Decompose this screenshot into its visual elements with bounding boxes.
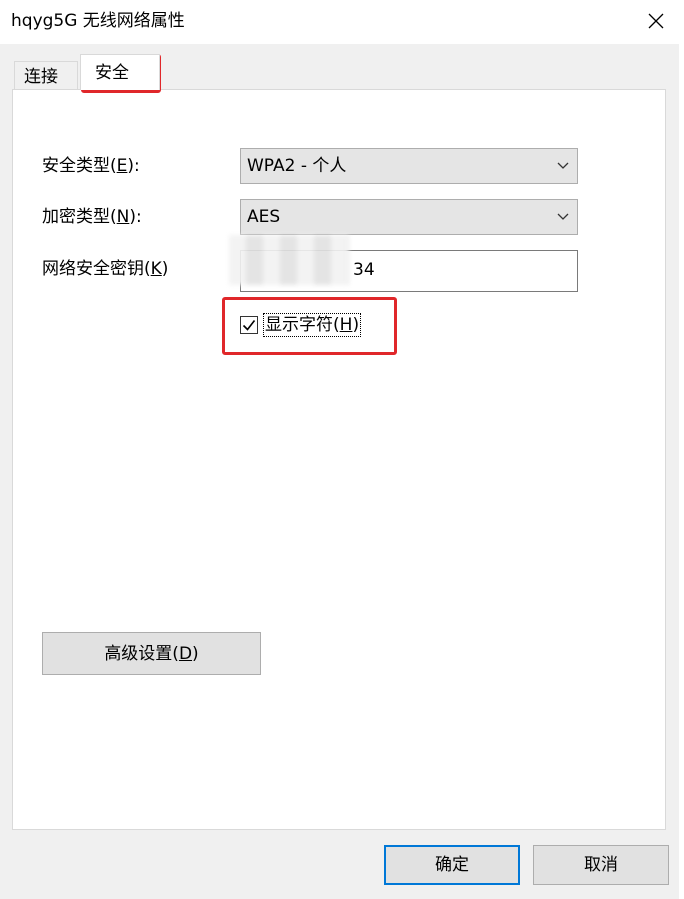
security-type-label: 安全类型(E): [42,155,140,177]
show-characters-accesskey: H [339,315,353,335]
tab-connection[interactable]: 连接 [14,61,78,89]
encryption-type-accesskey: N [116,207,130,227]
tab-security-label: 安全 [95,63,129,83]
advanced-settings-label: 高级设置( [104,643,179,664]
tab-security[interactable]: 安全 [80,54,160,90]
show-characters-label-suffix: ) [352,315,360,335]
advanced-settings-button[interactable]: 高级设置(D) [42,632,261,675]
network-key-label-suffix: ) [161,259,169,279]
chevron-down-icon [557,162,569,169]
network-key-label-text: 网络安全密钥( [42,259,151,279]
title-bar: hqyg5G 无线网络属性 [0,0,684,44]
encryption-type-value: AES [247,207,281,227]
redaction-mask [229,235,349,285]
advanced-settings-label-suffix: ) [192,643,199,664]
window-edge [679,44,684,899]
security-type-label-text: 安全类型( [42,156,117,176]
encryption-type-label: 加密类型(N): [42,206,142,228]
show-characters-checkbox[interactable] [240,316,258,334]
encryption-type-select[interactable]: AES [240,199,578,235]
window-title: hqyg5G 无线网络属性 [11,11,185,31]
show-characters-label-text: 显示字符( [265,315,340,335]
ok-button[interactable]: 确定 [384,845,520,885]
advanced-settings-accesskey: D [178,643,193,664]
security-type-value: WPA2 - 个人 [247,156,347,176]
cancel-button-label: 取消 [584,855,618,875]
network-key-value: 34 [353,260,375,280]
security-type-label-suffix: ): [127,156,140,176]
network-key-input[interactable]: 34 [229,235,578,292]
ok-button-label: 确定 [435,855,469,875]
checkmark-icon [242,320,256,331]
close-button[interactable] [633,0,679,42]
security-type-select[interactable]: WPA2 - 个人 [240,148,578,184]
encryption-type-label-text: 加密类型( [42,207,117,227]
security-type-accesskey: E [116,156,128,176]
network-key-label: 网络安全密钥(K) [42,258,168,280]
close-icon [648,13,664,29]
tab-connection-label: 连接 [24,67,58,87]
chevron-down-icon [557,213,569,220]
show-characters-label: 显示字符(H) [262,313,362,337]
network-key-accesskey: K [150,259,162,279]
encryption-type-label-suffix: ): [129,207,142,227]
cancel-button[interactable]: 取消 [533,845,669,885]
